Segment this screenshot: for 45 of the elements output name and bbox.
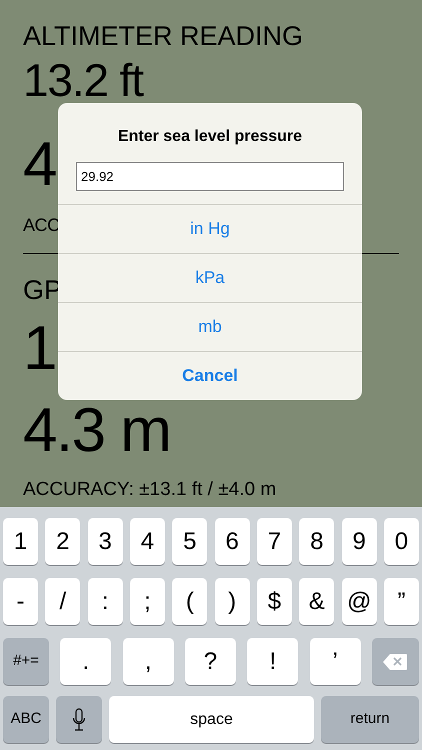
microphone-icon xyxy=(72,708,86,732)
accuracy-text: ACCURACY: ±13.1 ft / ±4.0 m xyxy=(23,478,276,502)
dialog-title: Enter sea level pressure xyxy=(118,127,302,147)
unit-option[interactable]: kPa xyxy=(58,253,362,302)
altitude-feet: 1 xyxy=(23,318,57,380)
keyboard-key[interactable]: ) xyxy=(214,578,250,625)
keyboard-key[interactable]: ? xyxy=(184,638,236,685)
keyboard-key[interactable]: 7 xyxy=(256,518,292,565)
keyboard-key[interactable]: 4 xyxy=(130,518,165,565)
altitude-feet: 13.2 ft xyxy=(23,58,143,102)
keyboard-key[interactable]: - xyxy=(3,578,38,625)
keyboard-key[interactable]: 2 xyxy=(45,518,80,565)
keyboard-key[interactable]: , xyxy=(122,638,174,685)
keyboard-key[interactable]: / xyxy=(45,578,80,625)
pressure-field[interactable]: 29.92 xyxy=(76,162,344,191)
space-key[interactable]: space xyxy=(109,696,314,743)
keyboard-key[interactable]: #+= xyxy=(3,638,49,685)
keyboard-key[interactable]: @ xyxy=(342,578,377,625)
keyboard-key[interactable]: 5 xyxy=(172,518,208,565)
keyboard-key[interactable]: 1 xyxy=(3,518,38,565)
microphone-key[interactable] xyxy=(56,696,102,743)
keyboard-key[interactable]: $ xyxy=(256,578,292,625)
altitude-meters: 4 xyxy=(23,134,56,196)
altitude-meters: 4.3 m xyxy=(23,400,170,462)
unit-option[interactable]: in Hg xyxy=(58,204,362,253)
keyboard-key[interactable]: ABC xyxy=(3,696,49,743)
keyboard-key[interactable]: ; xyxy=(130,578,165,625)
keyboard-key[interactable]: 9 xyxy=(342,518,377,565)
keyboard-key[interactable]: 8 xyxy=(299,518,334,565)
keyboard-key[interactable]: ( xyxy=(172,578,208,625)
keyboard-key[interactable]: ’ xyxy=(310,638,361,685)
keyboard-key[interactable]: return xyxy=(321,696,419,743)
keyboard-key[interactable]: 0 xyxy=(384,518,419,565)
keyboard-key[interactable]: 3 xyxy=(88,518,123,565)
accuracy-text: ACC xyxy=(23,214,60,237)
keyboard-key[interactable]: & xyxy=(299,578,334,625)
backspace-icon xyxy=(382,652,408,670)
keyboard-key[interactable]: 6 xyxy=(214,518,250,565)
unit-option[interactable]: mb xyxy=(58,302,362,351)
cancel-button[interactable]: Cancel xyxy=(58,351,362,400)
keyboard-key[interactable]: ! xyxy=(247,638,298,685)
keyboard-key[interactable]: : xyxy=(88,578,123,625)
section-title: ALTIMETER READING xyxy=(23,20,304,52)
keyboard-key[interactable]: . xyxy=(60,638,112,685)
keyboard-key[interactable]: ” xyxy=(384,578,419,625)
